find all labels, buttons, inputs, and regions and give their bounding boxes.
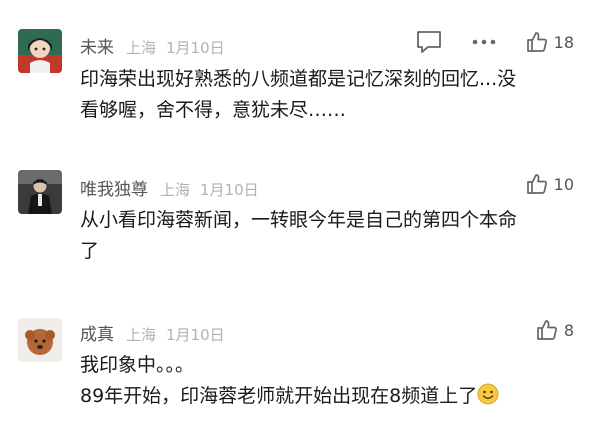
timestamp: 1月10日 xyxy=(200,181,259,199)
comment-actions: 10 xyxy=(526,173,574,195)
smile-emoji-icon xyxy=(477,383,499,415)
avatar[interactable] xyxy=(18,29,62,73)
comment-meta: 成真 上海 1月10日 xyxy=(80,320,225,345)
location: 上海 xyxy=(160,181,191,199)
thumbs-up-icon xyxy=(536,320,557,340)
location: 上海 xyxy=(126,39,157,57)
comment-text: 从小看印海蓉新闻，一转眼今年是自己的第四个本命 了 xyxy=(80,205,580,267)
like-count: 10 xyxy=(553,174,574,194)
thumbs-up-icon xyxy=(526,174,547,194)
like-count: 8 xyxy=(563,320,574,340)
avatar[interactable] xyxy=(18,318,62,362)
comment-icon[interactable] xyxy=(416,30,442,54)
comment-actions: 18 xyxy=(416,30,574,54)
timestamp: 1月10日 xyxy=(166,326,225,344)
comment-text: 印海荣出现好熟悉的八频道都是记忆深刻的回忆...没 看够喔，舍不得，意犹未尽…… xyxy=(80,64,580,126)
avatar-image xyxy=(18,318,62,362)
comment-line: 89年开始，印海蓉老师就开始出现在8频道上了 xyxy=(80,385,478,407)
comment-meta: 唯我独尊 上海 1月10日 xyxy=(80,175,259,200)
comment-line: 印海荣出现好熟悉的八频道都是记忆深刻的回忆...没 xyxy=(80,68,517,90)
comment-line: 从小看印海蓉新闻，一转眼今年是自己的第四个本命 xyxy=(80,209,518,231)
comment-actions: 8 xyxy=(536,319,574,341)
location: 上海 xyxy=(126,326,157,344)
thumbs-up-icon xyxy=(526,32,547,52)
comment-line: 了 xyxy=(80,240,100,262)
like-count: 18 xyxy=(553,32,574,52)
comment-line-with-emoji: 89年开始，印海蓉老师就开始出现在8频道上了 xyxy=(80,381,580,415)
avatar-image xyxy=(18,170,62,214)
comment-line: 看够喔，舍不得，意犹未尽…… xyxy=(80,99,347,121)
more-icon[interactable] xyxy=(472,39,496,45)
like-button[interactable]: 10 xyxy=(526,173,574,195)
like-button[interactable]: 8 xyxy=(536,319,574,341)
username[interactable]: 唯我独尊 xyxy=(80,175,148,200)
timestamp: 1月10日 xyxy=(166,39,225,57)
username[interactable]: 成真 xyxy=(80,320,114,345)
comment-meta: 未来 上海 1月10日 xyxy=(80,33,225,58)
avatar-image xyxy=(18,29,62,73)
avatar[interactable] xyxy=(18,170,62,214)
comment-line: 我印象中。。。 xyxy=(80,354,195,376)
username[interactable]: 未来 xyxy=(80,33,114,58)
like-button[interactable]: 18 xyxy=(526,31,574,53)
comment-text: 我印象中。。。 89年开始，印海蓉老师就开始出现在8频道上了 xyxy=(80,350,580,415)
